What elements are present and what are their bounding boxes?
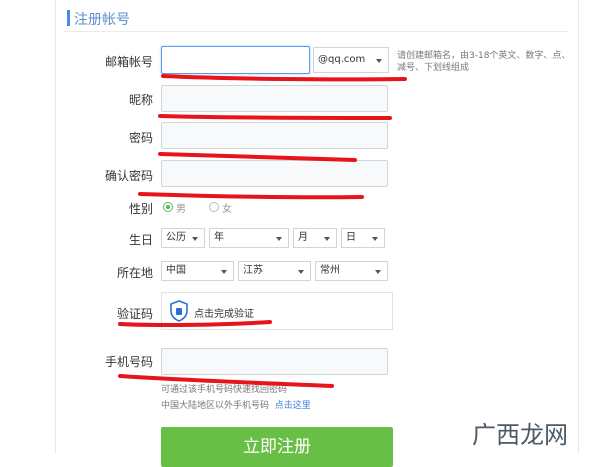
birthday-calendar-select[interactable]: 公历 xyxy=(161,228,205,248)
watermark-logo: 广西龙网 xyxy=(472,421,568,449)
phone-other-note: 中国大陆地区以外手机号码 点击这里 xyxy=(161,398,311,411)
captcha-text: 点击完成验证 xyxy=(194,309,254,320)
captcha-label: 验证码 xyxy=(116,307,153,321)
gender-female-label: 女 xyxy=(222,204,232,215)
form-header: 注册帐号 xyxy=(64,0,569,32)
submit-button[interactable]: 立即注册 xyxy=(161,427,393,467)
password-label: 密码 xyxy=(128,131,153,145)
email-domain-value: @qq.com xyxy=(318,54,366,65)
chevron-down-icon xyxy=(221,270,227,274)
chevron-down-icon xyxy=(276,237,282,241)
page-title: 注册帐号 xyxy=(74,12,130,28)
phone-note: 可通过该手机号码快速找回密码 xyxy=(161,385,288,395)
captcha-button[interactable]: 点击完成验证 xyxy=(161,292,393,330)
confirm-password-input[interactable] xyxy=(161,160,388,187)
location-country-value: 中国 xyxy=(166,265,186,276)
email-help-text: 请创建邮箱名，由3-18个英文、数字、点、减号、下划线组成 xyxy=(397,51,571,73)
email-label: 邮箱帐号 xyxy=(104,55,153,69)
location-label: 所在地 xyxy=(116,266,153,280)
gender-male-radio[interactable] xyxy=(163,202,173,212)
chevron-down-icon xyxy=(324,237,330,241)
gender-label: 性别 xyxy=(128,202,153,216)
birthday-year-value: 年 xyxy=(214,232,224,243)
birthday-label: 生日 xyxy=(128,233,153,247)
birthday-calendar-value: 公历 xyxy=(166,232,186,243)
chevron-down-icon xyxy=(192,237,198,241)
location-country-select[interactable]: 中国 xyxy=(161,261,234,281)
phone-other-link[interactable]: 点击这里 xyxy=(275,401,311,411)
birthday-month-select[interactable]: 月 xyxy=(293,228,337,248)
birthday-day-value: 日 xyxy=(346,232,356,243)
phone-other-text: 中国大陆地区以外手机号码 xyxy=(161,401,270,411)
location-city-select[interactable]: 常州 xyxy=(315,261,388,281)
nickname-label: 昵称 xyxy=(128,93,153,107)
nickname-input[interactable] xyxy=(161,85,388,112)
location-province-value: 江苏 xyxy=(243,265,263,276)
confirm-password-label: 确认密码 xyxy=(104,169,153,183)
chevron-down-icon xyxy=(372,237,378,241)
chevron-down-icon xyxy=(298,270,304,274)
location-city-value: 常州 xyxy=(320,265,340,276)
email-domain-select[interactable]: @qq.com xyxy=(313,47,389,73)
password-input[interactable] xyxy=(161,122,388,149)
phone-input[interactable] xyxy=(161,348,388,375)
shield-icon xyxy=(170,300,188,322)
chevron-down-icon xyxy=(376,59,382,63)
phone-label: 手机号码 xyxy=(104,355,153,369)
birthday-month-value: 月 xyxy=(298,232,308,243)
header-accent-bar xyxy=(67,10,70,26)
chevron-down-icon xyxy=(375,270,381,274)
birthday-day-select[interactable]: 日 xyxy=(341,228,385,248)
email-input[interactable] xyxy=(161,46,310,74)
gender-male-label: 男 xyxy=(176,204,186,215)
location-province-select[interactable]: 江苏 xyxy=(238,261,311,281)
birthday-year-select[interactable]: 年 xyxy=(209,228,289,248)
gender-female-radio[interactable] xyxy=(209,202,219,212)
